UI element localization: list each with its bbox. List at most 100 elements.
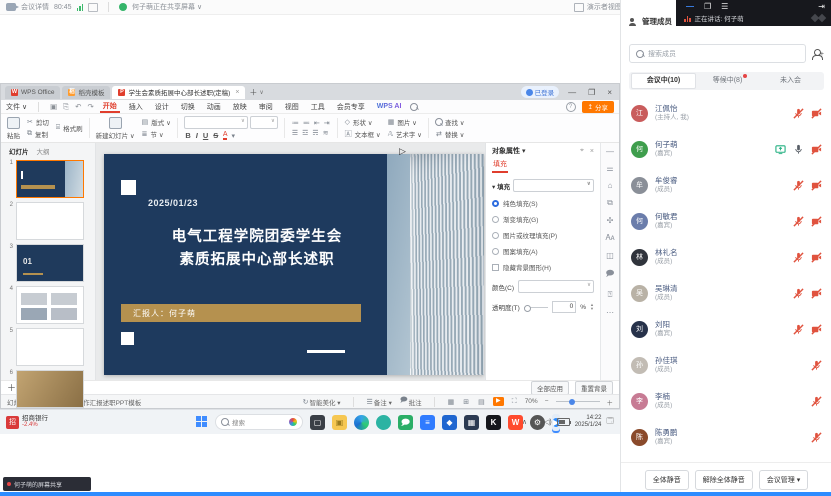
- slide-title[interactable]: 电气工程学院团委学生会素质拓展中心部长述职: [132, 226, 382, 272]
- camera-muted-icon[interactable]: [811, 180, 822, 191]
- menu-tab-slideshow[interactable]: 放映: [230, 102, 250, 112]
- taskbar-app-docs[interactable]: ≡: [420, 415, 435, 430]
- camera-muted-icon[interactable]: [811, 108, 822, 119]
- camera-muted-icon[interactable]: [811, 324, 822, 335]
- cut-button[interactable]: ✂剪切: [26, 117, 49, 127]
- zoom-slider[interactable]: [556, 401, 600, 402]
- outdent-icon[interactable]: ⇤: [314, 119, 320, 127]
- start-button[interactable]: [196, 416, 208, 428]
- camera-muted-icon[interactable]: [811, 216, 822, 227]
- notes-toggle[interactable]: ☰备注 ▾: [366, 397, 392, 407]
- new-slide-button[interactable]: 新建幻灯片 ∨: [96, 117, 135, 140]
- help-pane-icon[interactable]: ⍰: [608, 290, 613, 300]
- taskbar-app-k[interactable]: K: [486, 415, 501, 430]
- font-color-button[interactable]: A: [223, 131, 228, 140]
- mute-all-button[interactable]: 全体静音: [645, 470, 689, 490]
- menu-tab-home[interactable]: 开始: [100, 101, 120, 113]
- participant-row[interactable]: 林 林礼名(成员): [621, 239, 831, 275]
- meeting-manage-button[interactable]: 会议管理 ▾: [759, 470, 808, 490]
- new-tab-button[interactable]: ＋: [249, 87, 257, 98]
- clock[interactable]: 14:222025/1/24: [575, 415, 602, 429]
- taskbar-app-blue[interactable]: ◆: [442, 415, 457, 430]
- share-button[interactable]: ↥分享: [582, 101, 614, 113]
- participant-row[interactable]: 何 何子萌(嘉宾): [621, 131, 831, 167]
- tab-in-meeting[interactable]: 会议中(10): [631, 73, 696, 89]
- zoom-out-button[interactable]: −: [545, 398, 549, 405]
- hide-bg-checkbox[interactable]: 隐藏背景图形(H): [492, 262, 594, 272]
- fill-option-picture[interactable]: 图片或纹理填充(P): [492, 230, 594, 240]
- add-member-icon[interactable]: +: [812, 48, 824, 60]
- undo-icon[interactable]: ↶: [75, 102, 81, 111]
- picture-button[interactable]: ▦图片 ∨: [387, 117, 422, 127]
- mic-muted-icon[interactable]: [793, 324, 804, 335]
- thumb-tab-outline[interactable]: 大纲: [37, 146, 50, 156]
- color-select[interactable]: [518, 280, 594, 293]
- fill-option-solid[interactable]: 纯色填充(S): [492, 198, 594, 208]
- taskbar-app-wechat[interactable]: 🗩: [398, 415, 413, 430]
- layers-icon[interactable]: ⧉: [607, 198, 613, 208]
- fill-tab[interactable]: 填充: [492, 156, 508, 173]
- highlight-button[interactable]: ▾: [231, 132, 235, 140]
- slide-thumbnail-5[interactable]: 5: [1, 326, 95, 368]
- slide-thumbnail-4[interactable]: 4: [1, 284, 95, 326]
- menu-tab-insert[interactable]: 插入: [126, 102, 146, 112]
- properties-icon[interactable]: ⚌: [606, 164, 613, 173]
- share-preview-bar[interactable]: 何子萌的屏幕共享: [3, 477, 91, 491]
- popout-icon[interactable]: [88, 3, 98, 12]
- participant-row[interactable]: 孙 孙佳琪(成员): [621, 347, 831, 383]
- close-button[interactable]: ×: [604, 88, 615, 97]
- camera-muted-icon[interactable]: [811, 144, 822, 155]
- ribbon-search-icon[interactable]: [410, 103, 418, 111]
- save-icon[interactable]: ▣: [50, 102, 57, 111]
- align-right-icon[interactable]: ☴: [312, 129, 318, 137]
- menu-tab-wps-ai[interactable]: WPS AI: [374, 103, 405, 110]
- props-title[interactable]: 对象属性 ▾: [492, 146, 525, 156]
- member-search-input[interactable]: 搜索成员: [629, 44, 806, 63]
- transparency-slider[interactable]: [524, 307, 548, 308]
- new-slide-plus-button[interactable]: ＋: [7, 381, 16, 394]
- italic-button[interactable]: I: [196, 131, 198, 140]
- layout-button[interactable]: ▤版式 ∨: [141, 117, 171, 127]
- taskbar-app-folder[interactable]: ▣: [332, 415, 347, 430]
- presenter-bar[interactable]: 汇报人：何子萌: [121, 304, 361, 322]
- mic-muted-icon[interactable]: [793, 252, 804, 263]
- current-slide[interactable]: 2025/01/23 电气工程学院团委学生会素质拓展中心部长述职 汇报人：何子萌: [104, 154, 484, 375]
- slide-thumbnail-1[interactable]: 1: [1, 158, 95, 200]
- bold-button[interactable]: B: [185, 131, 190, 140]
- paste-button[interactable]: 粘贴: [7, 117, 20, 140]
- minimize-button[interactable]: —: [565, 88, 579, 97]
- participant-row[interactable]: 李 李楠(成员): [621, 383, 831, 419]
- mic-muted-icon[interactable]: [793, 288, 804, 299]
- textbox-button[interactable]: 🄰文本框 ∨: [344, 129, 381, 139]
- indent-icon[interactable]: ⇥: [324, 119, 330, 127]
- print-icon[interactable]: ⎘: [63, 102, 69, 112]
- slide-thumbnail-6[interactable]: 6: [1, 368, 95, 410]
- slide-thumbnail-2[interactable]: 2: [1, 200, 95, 242]
- panel-toggle-icon[interactable]: ⇥: [818, 2, 825, 11]
- tab-docer[interactable]: 稻稻壳模板: [62, 86, 110, 99]
- file-menu[interactable]: 文件 ∨: [6, 102, 27, 112]
- slideshow-play-button[interactable]: ▶: [493, 397, 504, 406]
- participant-row[interactable]: 牟 牟俊睿(成员): [621, 167, 831, 203]
- participant-row[interactable]: 刘 刘阳(嘉宾): [621, 311, 831, 347]
- menu-tab-member[interactable]: 会员专享: [334, 102, 368, 112]
- mic-muted-icon[interactable]: [793, 180, 804, 191]
- menu-tab-tools[interactable]: 工具: [308, 102, 328, 112]
- redo-icon[interactable]: ↷: [87, 102, 93, 111]
- menu-tab-transition[interactable]: 切换: [178, 102, 198, 112]
- slide-thumbnail-3[interactable]: 3 01: [1, 242, 95, 284]
- collapse-panel-icon[interactable]: —: [606, 147, 614, 156]
- mic-muted-icon[interactable]: [793, 108, 804, 119]
- tab-not-joined[interactable]: 未入会: [759, 74, 822, 88]
- layout-menu-icon[interactable]: ☰: [721, 2, 728, 11]
- menu-tab-view[interactable]: 视图: [282, 102, 302, 112]
- menu-tab-review[interactable]: 审阅: [256, 102, 276, 112]
- beautify-button[interactable]: ↻智能美化 ▾: [302, 397, 341, 407]
- zoom-in-button[interactable]: ＋: [607, 397, 614, 407]
- taskbar-app-edge-browser[interactable]: [354, 415, 369, 430]
- minimize-button[interactable]: —: [686, 2, 694, 11]
- stepper-icons[interactable]: ▲▼: [590, 303, 594, 311]
- align-left-icon[interactable]: ☰: [292, 129, 298, 137]
- menu-tab-animation[interactable]: 动画: [204, 102, 224, 112]
- notification-icon[interactable]: 🗔: [606, 417, 614, 428]
